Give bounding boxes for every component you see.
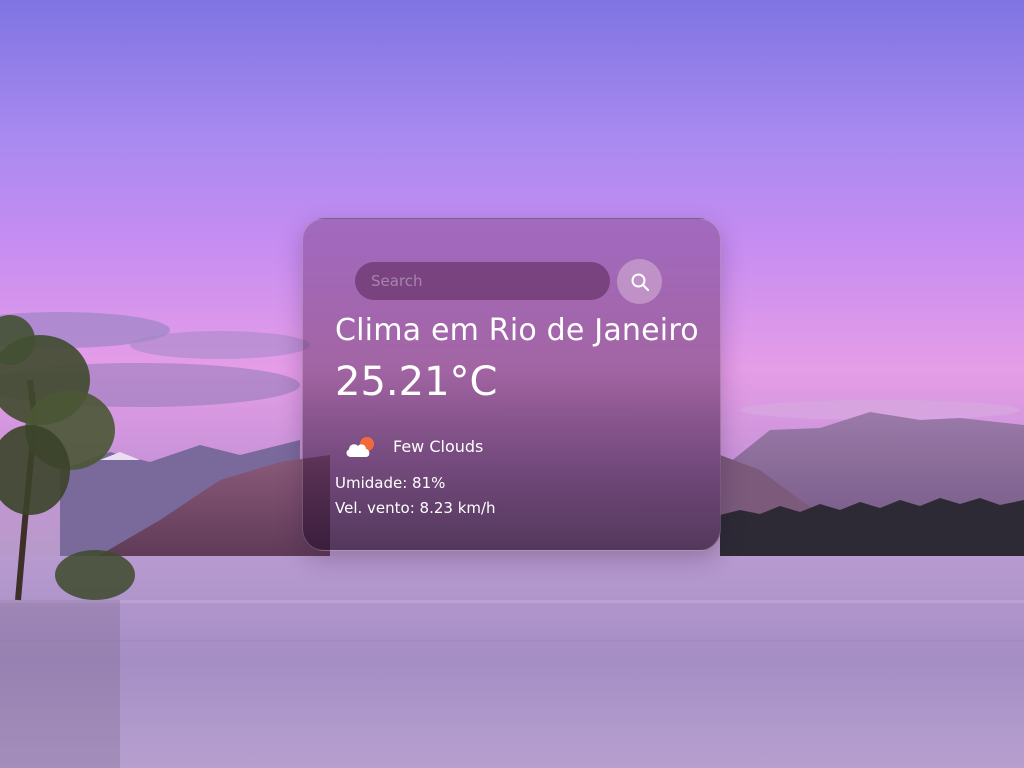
few-clouds-icon bbox=[346, 437, 374, 457]
search-input[interactable] bbox=[355, 262, 610, 300]
weather-condition: Few Clouds bbox=[393, 437, 484, 456]
search-icon bbox=[631, 273, 649, 291]
temperature: 25.21°C bbox=[335, 359, 498, 405]
humidity-value: Umidade: 81% bbox=[335, 474, 446, 492]
search-bar bbox=[355, 262, 610, 300]
wind-speed-value: Vel. vento: 8.23 km/h bbox=[335, 499, 496, 517]
search-button[interactable] bbox=[617, 259, 662, 304]
city-title: Clima em Rio de Janeiro bbox=[335, 313, 699, 348]
weather-card: Clima em Rio de Janeiro 25.21°C Few Clou… bbox=[302, 218, 721, 551]
